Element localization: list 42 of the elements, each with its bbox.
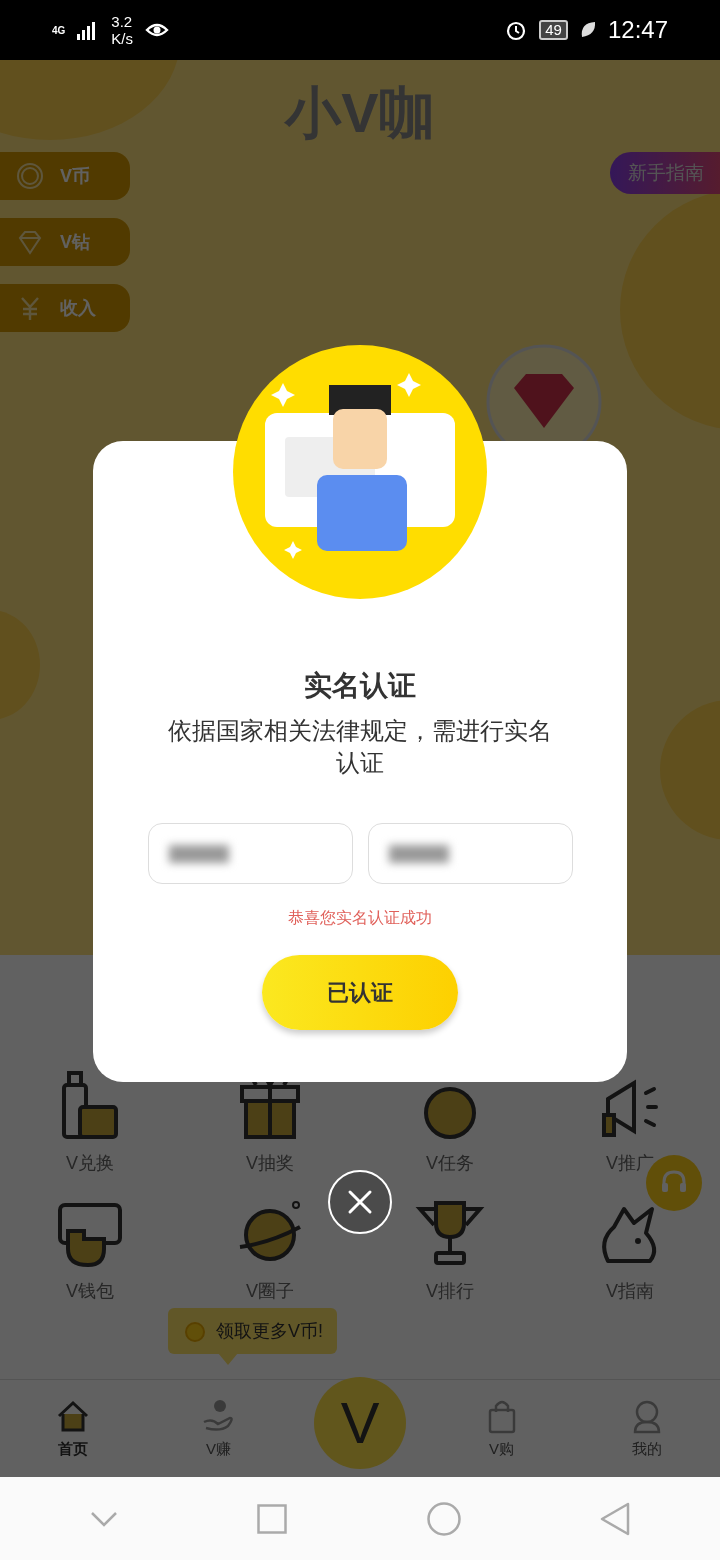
collapse-button[interactable] (89, 1510, 118, 1527)
chevron-down-icon (89, 1510, 118, 1527)
tab-item[interactable]: V赚 (168, 1398, 269, 1459)
wallet-button[interactable]: 收入 (0, 284, 130, 332)
close-icon (347, 1189, 373, 1215)
square-icon (257, 1503, 288, 1534)
feature-button[interactable]: V钱包 (0, 1197, 180, 1303)
wallet-button[interactable]: V钻 (0, 218, 130, 266)
clock-time: 12:47 (607, 16, 668, 44)
leaf-icon (579, 21, 596, 39)
reward-tooltip[interactable]: 领取更多V币! (168, 1308, 337, 1354)
back-button[interactable] (600, 1501, 631, 1536)
verified-button[interactable]: 已认证 (262, 955, 458, 1030)
tooltip-pointer (218, 1353, 238, 1365)
recents-button[interactable] (257, 1503, 288, 1534)
feature-button[interactable]: V任务 (360, 1069, 540, 1175)
wallet-icon (16, 228, 44, 256)
success-message: 恭喜您实名认证成功 (288, 908, 432, 928)
feature-button[interactable]: V排行 (360, 1197, 540, 1303)
feature-button[interactable]: V抽奖 (180, 1069, 360, 1175)
home-button[interactable] (426, 1501, 461, 1536)
input-field[interactable] (147, 823, 353, 884)
feature-button[interactable]: V兑换 (0, 1069, 180, 1175)
network-speed: K/s (111, 30, 134, 47)
wallet-icon (16, 162, 44, 190)
network-type: 4G (52, 24, 66, 36)
alarm-icon (505, 19, 528, 41)
dialog-title: 实名认证 (304, 669, 416, 703)
battery-level: 49 (539, 20, 568, 40)
center-button[interactable]: V (314, 1376, 406, 1469)
tab-item[interactable]: 首页 (22, 1398, 123, 1459)
eye-icon (145, 21, 170, 39)
circle-icon (426, 1501, 461, 1536)
network-speed: 3.2 (111, 13, 134, 30)
tab-item[interactable]: V购 (451, 1398, 552, 1459)
dialog-message: 依据国家相关法律规定，需进行实名认证 (167, 716, 553, 778)
back-icon (600, 1501, 631, 1536)
feature-button[interactable]: V圈子 (180, 1197, 360, 1303)
wallet-button[interactable]: V币 (0, 152, 130, 200)
tab-item[interactable]: 我的 (597, 1398, 698, 1459)
feature-button[interactable]: V推广 (540, 1069, 720, 1175)
input-field[interactable] (367, 823, 573, 884)
